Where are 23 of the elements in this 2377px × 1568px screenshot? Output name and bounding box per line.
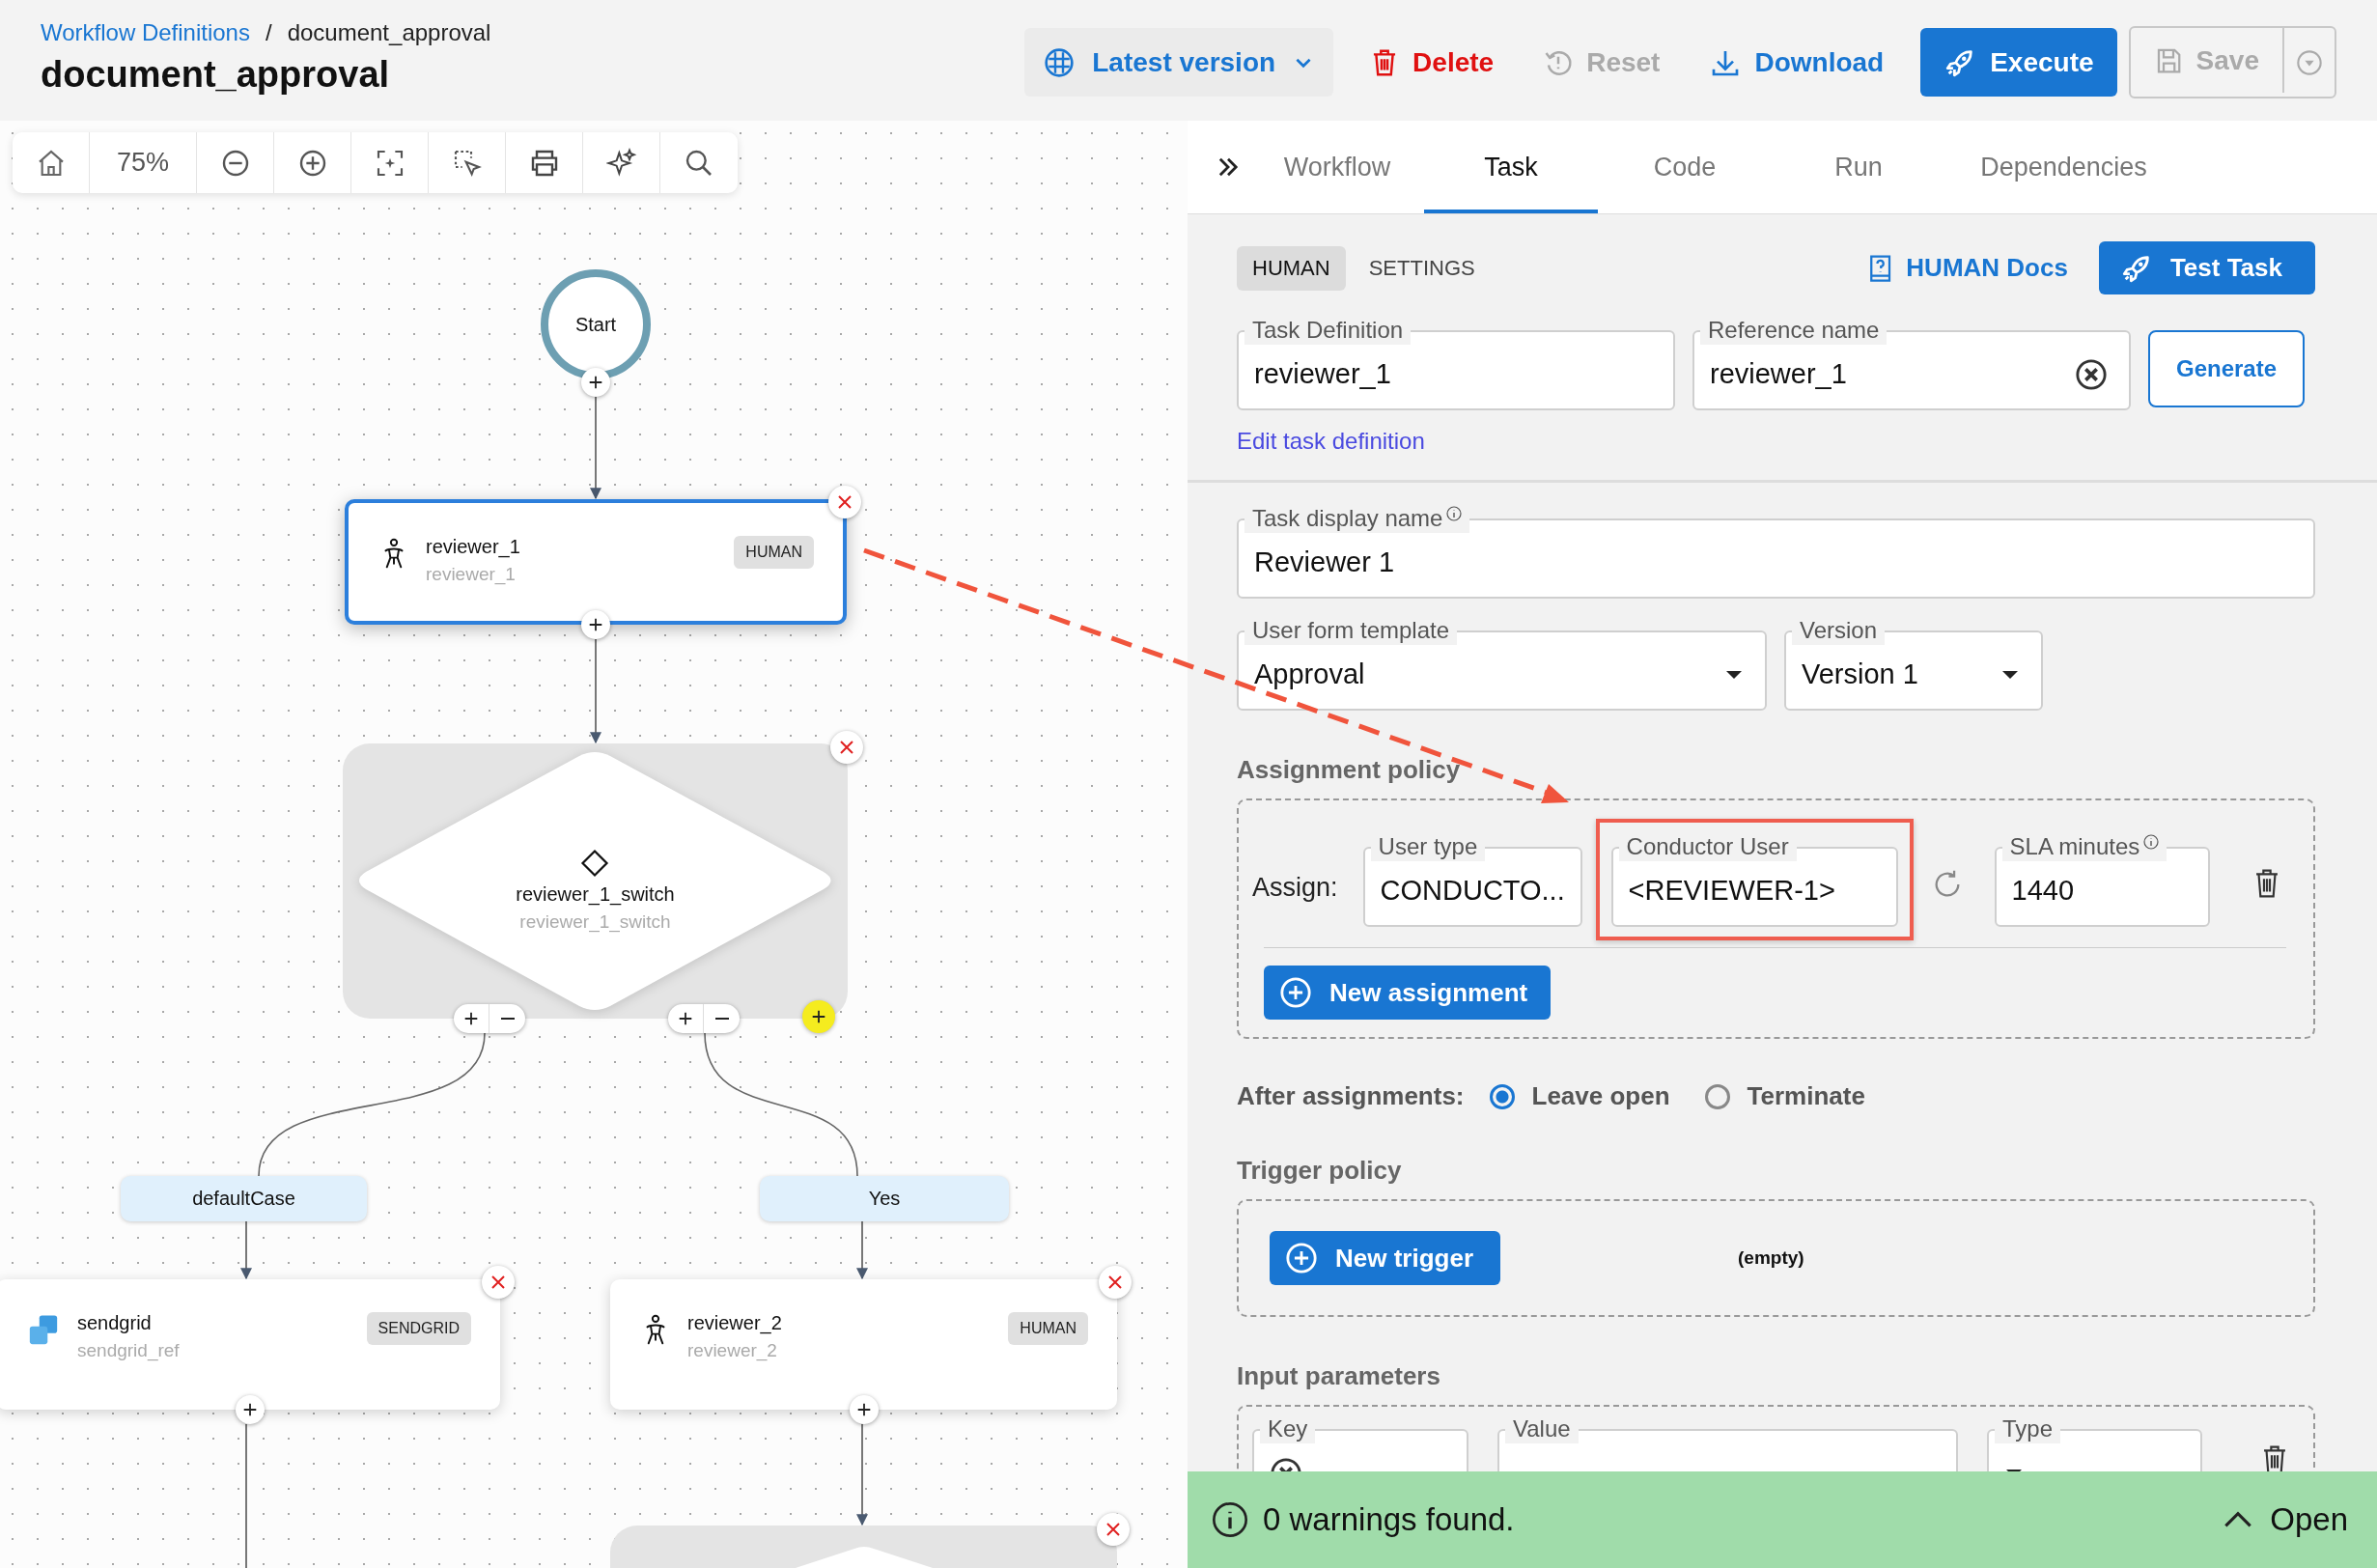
task-type-tag: HUMAN — [1008, 1312, 1088, 1345]
task-name: reviewer_1 — [426, 536, 521, 558]
zoom-level: 75% — [90, 132, 197, 193]
task-reference: reviewer_1 — [426, 564, 517, 585]
task-reference: sendgrid_ref — [77, 1340, 181, 1361]
section-heading: Assignment policy — [1237, 755, 1462, 785]
section-heading: Input parameters — [1237, 1361, 1441, 1391]
task-reference: reviewer_1_switch — [519, 911, 671, 933]
field-label: Task display name — [1244, 504, 1470, 533]
task-reference: reviewer_2 — [687, 1340, 778, 1361]
task-type-tag: SENDGRID — [366, 1312, 471, 1345]
page-title: document_approval — [41, 54, 391, 96]
task-name: reviewer_2 — [687, 1312, 783, 1334]
task-name: sendgrid — [77, 1312, 153, 1334]
section-heading: Trigger policy — [1237, 1156, 1403, 1186]
assign-label: Assign: — [1252, 872, 1338, 903]
task-type-tag: HUMAN — [734, 536, 814, 569]
after-assignments-label: After assignments: — [1237, 1081, 1465, 1111]
breadcrumb-current: document_approval — [287, 19, 491, 46]
field-label: SLA minutes — [2001, 832, 2167, 861]
task-name: reviewer_1_switch — [516, 883, 675, 906]
empty-text: (empty) — [1738, 1247, 1804, 1269]
breadcrumb-separator: / — [265, 19, 272, 46]
